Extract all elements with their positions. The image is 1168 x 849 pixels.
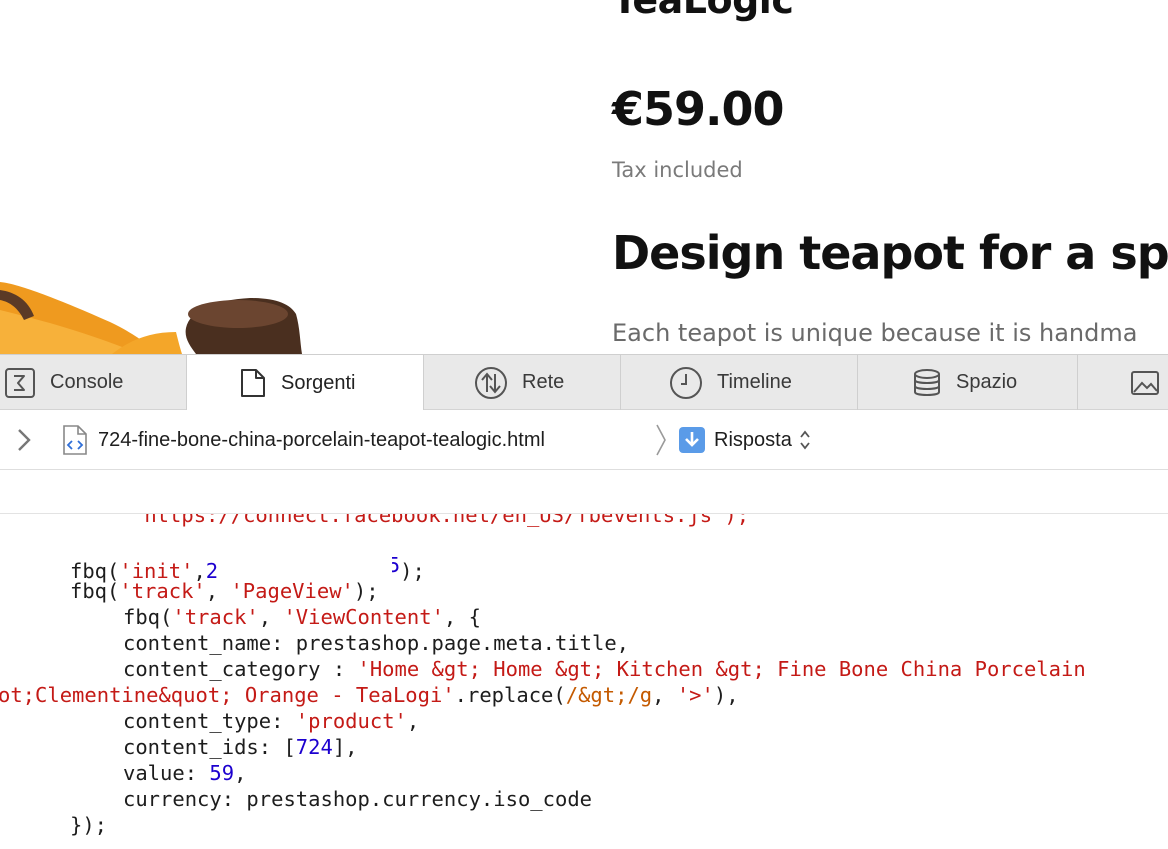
source-code-view[interactable]: "https://connect.facebook.net/en_US/fbev… <box>0 514 1168 849</box>
code-token: , <box>258 605 284 629</box>
chevron-right-icon <box>18 429 31 451</box>
code-token: ), <box>713 683 739 707</box>
code-line: content_type: 'product', <box>123 708 419 734</box>
download-icon <box>679 427 705 453</box>
tab-network-label: Rete <box>522 371 565 393</box>
code-line: fbq('track', 'ViewContent', { <box>123 604 481 630</box>
brand-name: TeaLogic <box>612 0 794 22</box>
product-price: €59.00 <box>612 82 785 136</box>
code-token: , <box>652 683 677 707</box>
tab-timeline[interactable]: Timeline <box>621 355 858 410</box>
product-headline: Design teapot for a sp <box>612 226 1168 280</box>
code-token: ], <box>332 735 358 759</box>
tab-storage-label: Spazio <box>956 371 1018 393</box>
code-token: 59 <box>209 761 235 785</box>
console-icon <box>4 367 36 399</box>
clock-icon <box>669 366 703 400</box>
tab-sources-label: Sorgenti <box>281 371 356 394</box>
breadcrumb-file[interactable]: 724-fine-bone-china-porcelain-teapot-tea… <box>62 410 545 470</box>
code-line: ot;Clementine&quot; Orange - TeaLogi'.re… <box>0 682 739 708</box>
code-token: ); <box>400 559 425 583</box>
code-line: currency: prestashop.currency.iso_code <box>123 787 592 811</box>
storage-icon <box>912 368 942 398</box>
navigator-toggle-button[interactable] <box>14 410 34 470</box>
response-mode-label: Risposta <box>714 428 792 451</box>
code-token: 5 <box>392 553 401 577</box>
code-token: ); <box>353 579 379 603</box>
code-token: , <box>406 709 420 733</box>
code-line: content_category : 'Home &gt; Home &gt; … <box>123 656 1086 682</box>
product-page: TeaLogic €59.00 Tax included Design teap… <box>0 0 1168 354</box>
code-token: 'track' <box>172 605 259 629</box>
image-icon <box>1130 370 1160 396</box>
tab-storage[interactable]: Spazio <box>858 355 1078 410</box>
network-icon <box>474 366 508 400</box>
code-token: content_type: <box>123 709 296 733</box>
code-token: value: <box>123 761 210 785</box>
document-icon <box>239 368 267 398</box>
response-mode-select[interactable]: Risposta <box>678 410 812 470</box>
code-line: content_ids: [724], <box>123 734 358 760</box>
tab-timeline-label: Timeline <box>717 371 792 393</box>
code-editor: "https://connect.facebook.net/en_US/fbev… <box>0 514 1168 849</box>
code-token: , <box>205 579 231 603</box>
code-token: , <box>234 761 247 785</box>
code-token: 'track' <box>119 579 206 603</box>
code-token: 'ViewContent' <box>283 605 444 629</box>
tab-graphics[interactable] <box>1078 355 1168 410</box>
code-token: 'Home &gt; Home &gt; Kitchen &gt; Fine B… <box>357 657 1086 681</box>
breadcrumb: 724-fine-bone-china-porcelain-teapot-tea… <box>0 410 1168 470</box>
code-token: 724 <box>295 735 333 759</box>
breadcrumb-separator <box>654 410 668 470</box>
code-line: }); <box>70 813 108 837</box>
html-file-icon <box>63 425 87 455</box>
code-token: , { <box>443 605 481 629</box>
product-description: Each teapot is unique because it is hand… <box>612 319 1138 347</box>
code-token: ot;Clementine&quot; Orange - TeaLogi' <box>0 683 455 707</box>
code-token: content_ids: [ <box>123 735 296 759</box>
breadcrumb-file-label: 724-fine-bone-china-porcelain-teapot-tea… <box>98 428 545 451</box>
code-token: 'product' <box>295 709 407 733</box>
code-token: '>' <box>676 683 714 707</box>
tab-console-label: Console <box>50 371 124 393</box>
tax-note: Tax included <box>612 158 743 182</box>
code-token: fbq( <box>70 579 120 603</box>
tab-sources[interactable]: Sorgenti <box>187 355 424 411</box>
chevron-updown-icon <box>800 430 810 450</box>
code-line: value: 59, <box>123 760 246 786</box>
code-token: content_category : <box>123 657 358 681</box>
tab-console[interactable]: Console <box>0 355 187 410</box>
code-line: content_name: prestashop.page.meta.title… <box>123 631 630 655</box>
source-toolbar <box>0 470 1168 514</box>
code-token: fbq( <box>123 605 173 629</box>
tab-network[interactable]: Rete <box>424 355 621 410</box>
code-line: "https://connect.facebook.net/en_US/fbev… <box>132 514 750 527</box>
code-token: .replace( <box>454 683 566 707</box>
devtools-tab-bar: Console Sorgenti Rete Timeline Spazio <box>0 354 1168 411</box>
teapot-product-image <box>0 282 302 354</box>
code-token: /&gt;/g <box>565 683 653 707</box>
code-token: 'PageView' <box>230 579 354 603</box>
code-line: fbq('track', 'PageView'); <box>70 578 379 604</box>
chevron-right-icon <box>656 424 666 456</box>
